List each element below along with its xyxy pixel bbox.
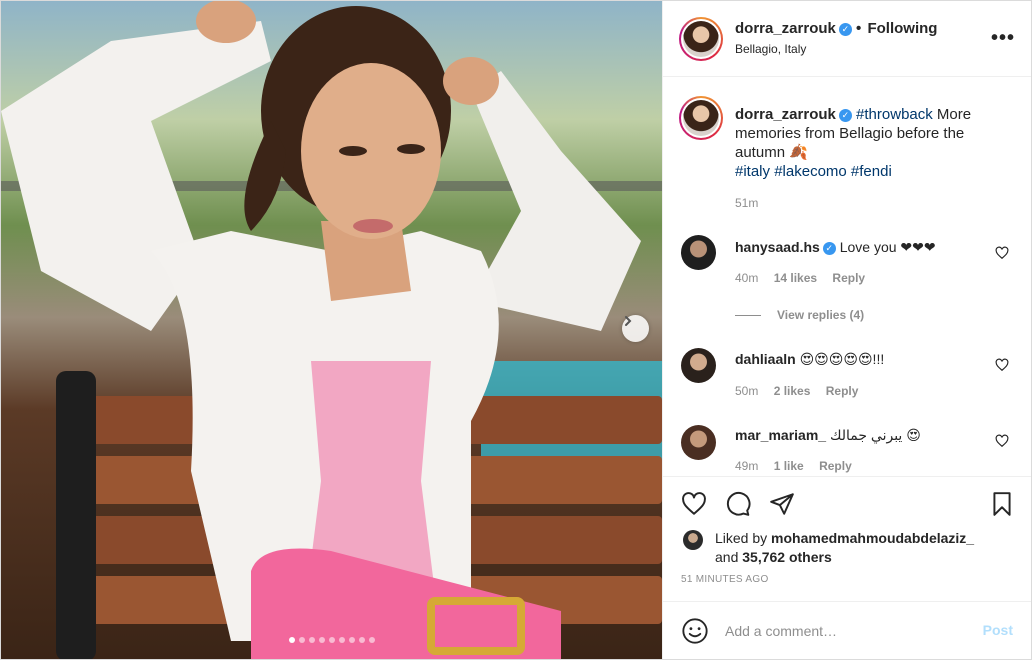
comment-bubble-icon[interactable] — [725, 491, 751, 517]
author-avatar[interactable] — [679, 17, 723, 61]
emoji-icon[interactable] — [681, 617, 709, 645]
verified-badge-icon: ✓ — [822, 242, 836, 255]
comment-time: 50m — [735, 384, 759, 398]
following-button[interactable]: Following — [867, 20, 937, 37]
comment-row: hanysaad.hs ✓ Love you ❤❤❤ — [735, 239, 936, 256]
caption-username[interactable]: dorra_zarrouk — [735, 106, 836, 123]
like-comment-heart-icon[interactable] — [995, 434, 1009, 448]
reply-button[interactable]: Reply — [826, 384, 859, 398]
post-actions: Liked by mohamedmahmoudabdelaziz_ and 35… — [663, 476, 1031, 601]
carousel-dot — [318, 637, 325, 643]
comment-text: 😍😍😍😍😍!!! — [799, 351, 885, 367]
liked-by-user[interactable]: mohamedmahmoudabdelaziz_ — [771, 530, 974, 546]
comment-time: 49m — [735, 459, 759, 473]
carousel-next-button[interactable] — [622, 315, 649, 342]
post-comment-button[interactable]: Post — [983, 622, 1013, 638]
comment-likes[interactable]: 1 like — [774, 459, 804, 473]
comment-username[interactable]: mar_mariam_ — [735, 427, 826, 443]
post-timestamp[interactable]: 51 MINUTES AGO — [681, 574, 769, 585]
comment-row: mar_mariam_ يبرني جمالك 😍 — [735, 427, 921, 444]
comment-meta: 49m 1 like Reply — [735, 459, 864, 473]
comment-avatar[interactable] — [681, 425, 716, 460]
comment-input[interactable] — [725, 620, 965, 642]
comment-meta: 50m 2 likes Reply — [735, 384, 870, 398]
liked-by-summary: Liked by mohamedmahmoudabdelaziz_ and 35… — [715, 529, 1015, 567]
like-comment-heart-icon[interactable] — [995, 358, 1009, 372]
liked-by-avatar[interactable] — [683, 530, 703, 550]
hashtag-lakecomo[interactable]: #lakecomo — [774, 163, 847, 180]
hashtag-throwback[interactable]: #throwback — [856, 106, 933, 123]
caption: dorra_zarrouk ✓ #throwback More memories … — [735, 105, 1005, 181]
carousel-dot — [338, 637, 345, 643]
carousel-dot — [328, 637, 335, 643]
verified-badge-icon: ✓ — [838, 23, 852, 36]
comment-likes[interactable]: 14 likes — [774, 271, 817, 285]
comment-time: 40m — [735, 271, 759, 285]
add-comment-bar: Post — [663, 601, 1031, 659]
post-location[interactable]: Bellagio, Italy — [735, 42, 806, 56]
post-header: dorra_zarrouk ✓ • Following Bellagio, Ita… — [663, 1, 1031, 77]
comment-text: يبرني جمالك 😍 — [829, 427, 921, 443]
comment-avatar[interactable] — [681, 235, 716, 270]
verified-badge-icon: ✓ — [838, 109, 852, 122]
comment-username[interactable]: dahliaaln — [735, 351, 796, 367]
carousel-dot — [298, 637, 305, 643]
reply-button[interactable]: Reply — [832, 271, 865, 285]
comment-meta: 40m 14 likes Reply — [735, 271, 877, 285]
post-image[interactable] — [1, 1, 662, 659]
carousel-dot — [348, 637, 355, 643]
hashtag-fendi[interactable]: #fendi — [851, 163, 892, 180]
save-bookmark-icon[interactable] — [989, 491, 1015, 517]
comment-row: dahliaaln 😍😍😍😍😍!!! — [735, 351, 884, 368]
comment-username[interactable]: hanysaad.hs — [735, 239, 820, 255]
carousel-indicators — [1, 637, 662, 643]
header-user-row: dorra_zarrouk ✓ • Following — [735, 20, 937, 37]
like-heart-icon[interactable] — [681, 491, 707, 517]
carousel-dot — [368, 637, 375, 643]
liked-by-and: and — [715, 549, 743, 565]
carousel-dot — [358, 637, 365, 643]
carousel-dot — [308, 637, 315, 643]
hashtag-italy[interactable]: #italy — [735, 163, 770, 180]
post-dialog: dorra_zarrouk ✓ • Following Bellagio, Ita… — [0, 0, 1032, 660]
header-separator: • — [856, 20, 862, 37]
comment-text: Love you ❤❤❤ — [839, 239, 936, 255]
more-options-icon[interactable]: ••• — [991, 27, 1015, 50]
caption-time: 51m — [735, 196, 759, 210]
comments-list[interactable]: dorra_zarrouk ✓ #throwback More memories … — [663, 78, 1031, 476]
caption-avatar[interactable] — [679, 96, 723, 140]
comment-avatar[interactable] — [681, 348, 716, 383]
liked-by-prefix: Liked by — [715, 530, 772, 546]
chevron-right-icon — [625, 316, 632, 326]
comment-likes[interactable]: 2 likes — [774, 384, 811, 398]
author-username[interactable]: dorra_zarrouk — [735, 20, 836, 37]
like-comment-heart-icon[interactable] — [995, 246, 1009, 260]
share-paper-plane-icon[interactable] — [769, 491, 795, 517]
carousel-dot — [288, 637, 295, 643]
post-side-panel: dorra_zarrouk ✓ • Following Bellagio, Ita… — [662, 1, 1031, 659]
photo-illustration — [1, 1, 662, 659]
liked-by-others[interactable]: 35,762 others — [742, 549, 832, 565]
reply-button[interactable]: Reply — [819, 459, 852, 473]
view-replies-button[interactable]: View replies (4) — [735, 308, 864, 322]
